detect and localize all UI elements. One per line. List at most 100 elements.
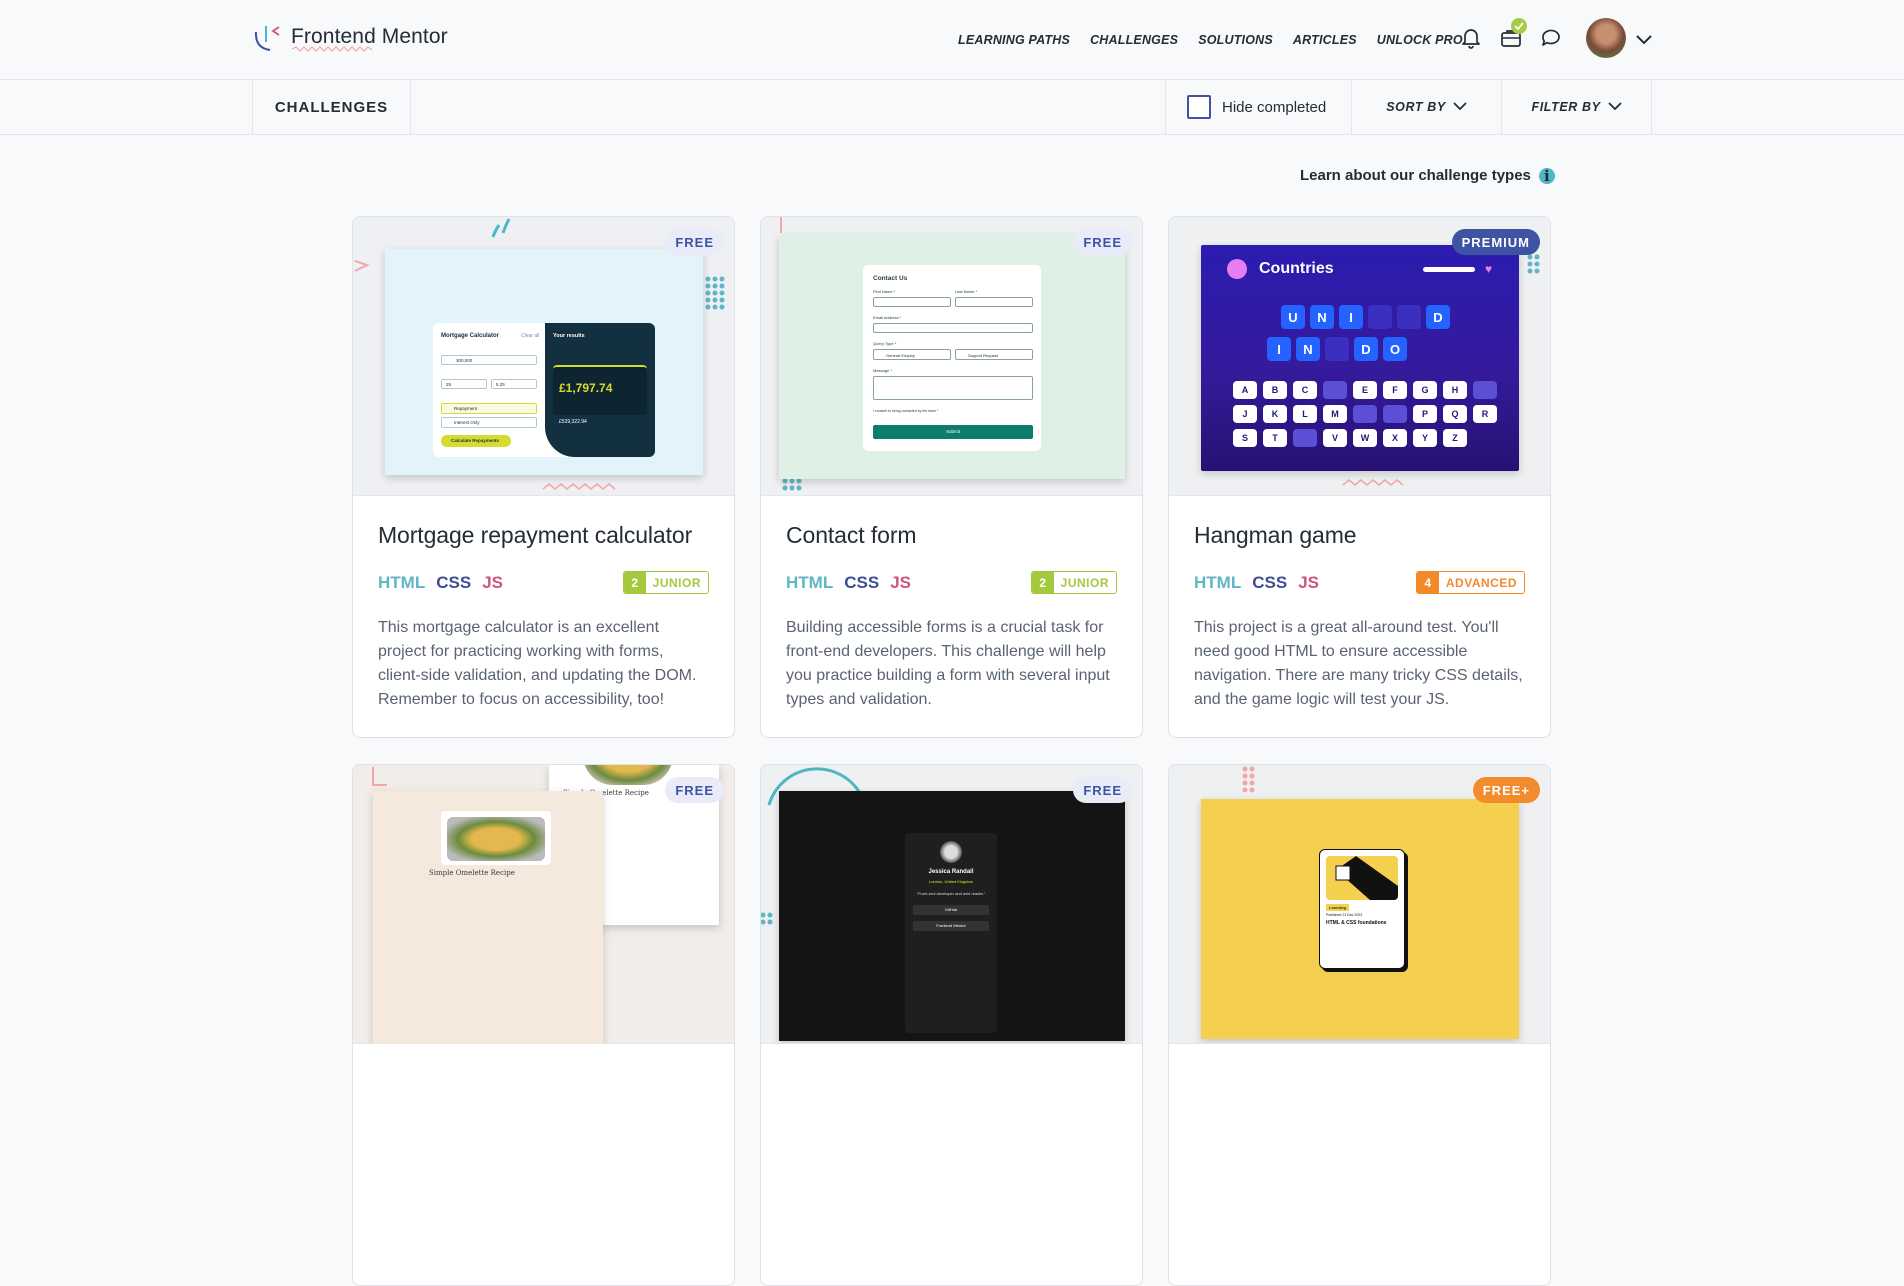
card-title[interactable]: Contact form (786, 522, 1117, 549)
word-tile: N (1296, 337, 1320, 361)
lang-js: JS (1298, 572, 1319, 592)
card-preview: Countries ♥ UNID INDO ABCDEFGHI JKLMNOPQ… (1169, 217, 1550, 496)
challenge-card-mortgage[interactable]: Mortgage Calculator Clear all 300,000 2 5… (352, 216, 735, 738)
card-preview: Simple Omelette Recipe Simple Omelette R… (353, 765, 734, 1044)
key-tile: V (1323, 429, 1347, 447)
lang-html: HTML (378, 572, 426, 592)
card-title[interactable]: Mortgage repayment calculator (378, 522, 709, 549)
avatar[interactable] (1586, 18, 1626, 58)
page-title-box: CHALLENGES (252, 80, 411, 134)
key-tile: M (1323, 405, 1347, 423)
key-tile: U (1293, 429, 1317, 447)
lang-css: CSS (1252, 572, 1288, 592)
preview-option-repayment: Repayment (441, 403, 537, 414)
preview-link-1: GitHub (913, 905, 989, 915)
word-tile: O (1383, 337, 1407, 361)
lang-js: JS (890, 572, 911, 592)
preview-amount-field: 300,000 (441, 355, 537, 365)
sort-by-dropdown[interactable]: SORT BY (1352, 80, 1502, 134)
hangman-preview-screen: Countries ♥ UNID INDO ABCDEFGHI JKLMNOPQ… (1201, 245, 1519, 471)
tier-badge: FREE (665, 229, 724, 255)
blog-preview-screen: Learning Published 21 Dec 2023 HTML & CS… (1201, 799, 1519, 1039)
word-tile (1325, 337, 1349, 361)
key-tile: W (1353, 429, 1377, 447)
challenge-card-social-links[interactable]: Jessica Randall London, United Kingdom "… (760, 764, 1143, 1286)
challenge-card-blog-preview[interactable]: Learning Published 21 Dec 2023 HTML & CS… (1168, 764, 1551, 1286)
lang-css: CSS (436, 572, 472, 592)
chevron-down-icon[interactable] (1636, 32, 1652, 50)
hide-completed-toggle[interactable]: Hide completed (1165, 80, 1352, 134)
preview-message-label: Message * (873, 368, 892, 373)
keyboard-row-2: JKLMNOPQR (1233, 405, 1497, 423)
learn-challenge-types-link[interactable]: Learn about our challenge types i (1300, 167, 1555, 185)
chevron-down-icon (1607, 98, 1622, 116)
nav-challenges[interactable]: CHALLENGES (1090, 33, 1178, 47)
preview-email-label: Email Address * (873, 315, 902, 320)
language-tags: HTML CSS JS (378, 573, 503, 593)
info-icon: i (1538, 167, 1555, 185)
preview-name: Jessica Randall (928, 869, 974, 875)
logo-mark-icon (252, 22, 288, 52)
word-tile: D (1354, 337, 1378, 361)
challenge-card-contact-form[interactable]: Contact Us First Name * Last Name * Emai… (760, 216, 1143, 738)
filter-by-label: FILTER BY (1531, 100, 1601, 114)
learn-challenge-types-text: Learn about our challenge types (1300, 167, 1531, 184)
key-tile: P (1413, 405, 1437, 423)
preview-location: London, United Kingdom (928, 879, 974, 884)
challenge-card-hangman[interactable]: Countries ♥ UNID INDO ABCDEFGHI JKLMNOPQ… (1168, 216, 1551, 738)
word-tile (1368, 305, 1392, 329)
nav-icons (1459, 18, 1579, 50)
nav-solutions[interactable]: SOLUTIONS (1198, 33, 1273, 47)
preview-calc-button: Calculate Repayments (441, 435, 511, 447)
hide-completed-checkbox[interactable] (1187, 95, 1211, 119)
logo-squiggle-icon (292, 46, 373, 52)
key-tile: D (1323, 381, 1347, 399)
tier-badge: PREMIUM (1451, 229, 1540, 255)
word-tile: N (1310, 305, 1334, 329)
word-tile: D (1426, 305, 1450, 329)
key-tile: I (1473, 381, 1497, 399)
key-tile: B (1263, 381, 1287, 399)
nav-articles[interactable]: ARTICLES (1293, 33, 1357, 47)
word-tile: I (1267, 337, 1291, 361)
chevron-down-icon (1453, 98, 1467, 116)
key-tile: O (1383, 405, 1407, 423)
keyboard-row-1: ABCDEFGHI (1233, 381, 1497, 399)
preview-heading: Countries (1259, 260, 1334, 277)
difficulty-number: 2 (1031, 572, 1054, 593)
key-tile: C (1293, 381, 1317, 399)
mortgage-preview-screen: Mortgage Calculator Clear all 300,000 25… (385, 249, 703, 475)
card-title[interactable]: Hangman game (1194, 522, 1525, 549)
key-tile: S (1233, 429, 1257, 447)
key-tile: J (1233, 405, 1257, 423)
key-tile: A (1233, 381, 1257, 399)
preview-clear: Clear all (521, 333, 540, 339)
preview-first-label: First Name * (873, 289, 896, 294)
tier-badge: FREE (1073, 229, 1132, 255)
nav-learning-paths[interactable]: LEARNING PATHS (958, 33, 1070, 47)
preview-rate-field: 5.25 (491, 379, 537, 389)
preview-query-label: Query Type * (873, 341, 897, 346)
card-preview: Contact Us First Name * Last Name * Emai… (761, 217, 1142, 496)
difficulty-badge: 4 ADVANCED (1415, 571, 1525, 594)
card-description: This mortgage calculator is an excellent… (378, 619, 697, 708)
briefcase-icon[interactable] (1499, 18, 1527, 50)
social-preview-screen: Jessica Randall London, United Kingdom "… (779, 791, 1125, 1041)
key-tile: X (1383, 429, 1407, 447)
difficulty-number: 2 (623, 572, 646, 593)
preview-query-option-2: Support Request (955, 349, 1033, 360)
chat-icon[interactable] (1539, 26, 1563, 50)
recipe-preview-mobile: Simple Omelette Recipe (373, 791, 603, 1043)
bell-icon[interactable] (1459, 26, 1483, 50)
preview-date: Published 21 Dec 2023 (1326, 913, 1363, 917)
lang-html: HTML (1194, 572, 1242, 592)
key-tile: Z (1443, 429, 1467, 447)
challenge-card-recipe[interactable]: Simple Omelette Recipe Simple Omelette R… (352, 764, 735, 1286)
preview-bio: "Front-end developer and avid reader." (916, 891, 986, 896)
preview-title: HTML & CSS foundations (1326, 920, 1387, 926)
nav-unlock-pro[interactable]: UNLOCK PRO (1377, 33, 1463, 47)
preview-heading: Mortgage Calculator (441, 333, 500, 339)
difficulty-number: 4 (1416, 572, 1439, 593)
difficulty-label: JUNIOR (1060, 575, 1109, 590)
filter-by-dropdown[interactable]: FILTER BY (1502, 80, 1652, 134)
